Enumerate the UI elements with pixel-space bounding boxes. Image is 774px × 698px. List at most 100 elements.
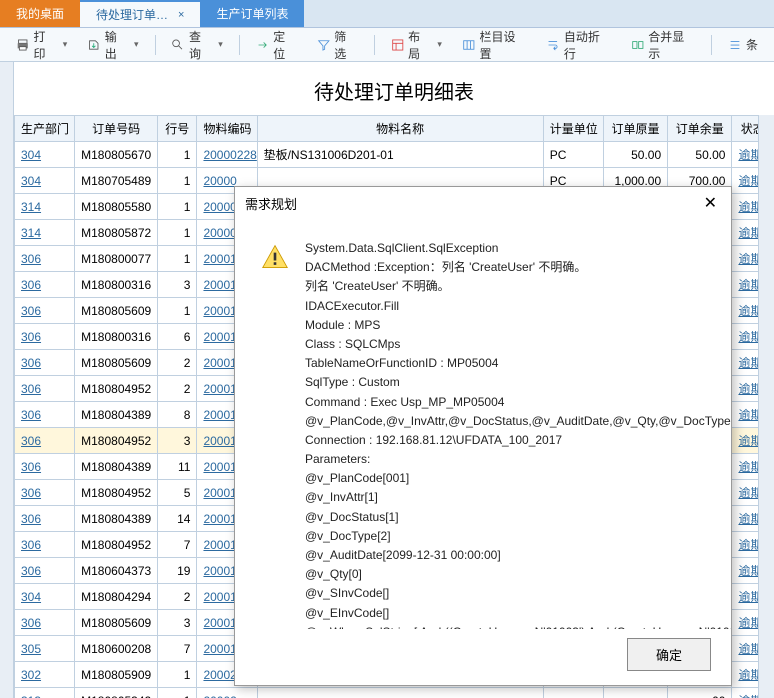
cell[interactable]: 306 [15,246,75,272]
locate-button[interactable]: 定位 [248,24,305,66]
output-button[interactable]: 输出▾ [79,24,146,66]
columns-button[interactable]: 栏目设置 [454,24,534,66]
cell: M180604373 [75,558,158,584]
cell: 3 [158,272,197,298]
column-header[interactable]: 订单余量 [668,116,732,142]
merge-icon [631,38,645,52]
cell[interactable]: 304 [15,168,75,194]
cell: 7 [158,636,197,662]
cell: M180805872 [75,220,158,246]
cell: 3 [158,610,197,636]
search-icon [171,38,185,52]
cell: PC [543,142,603,168]
tab-production-orders[interactable]: 生产订单列表 [200,0,304,27]
cell: 50.00 [603,142,667,168]
cell[interactable]: 306 [15,558,75,584]
column-header[interactable]: 订单号码 [75,116,158,142]
cell: 7 [158,532,197,558]
column-header[interactable]: 物料编码 [197,116,257,142]
cell: .00 [668,688,732,698]
cell[interactable]: 304 [15,584,75,610]
cell: 8 [158,402,197,428]
table-row[interactable]: 304M180805670120000228垫板/NS131006D201-01… [15,142,774,168]
cell: M180804952 [75,376,158,402]
cell [603,688,667,698]
query-button[interactable]: 查询▾ [163,24,230,66]
cell[interactable]: 306 [15,506,75,532]
cell[interactable]: 304 [15,142,75,168]
column-header[interactable]: 计量单位 [543,116,603,142]
merge-button[interactable]: 合并显示 [623,24,703,66]
cell: 2 [158,350,197,376]
vertical-scrollbar[interactable] [758,115,774,698]
cell[interactable]: 305 [15,636,75,662]
cell[interactable]: 306 [15,324,75,350]
funnel-icon [317,38,331,52]
cell: M180805609 [75,298,158,324]
cell: 1 [158,298,197,324]
cell[interactable]: 313 [15,688,75,698]
column-header[interactable]: 订单原量 [603,116,667,142]
cell[interactable]: 306 [15,610,75,636]
toolbar: 打印▾ 输出▾ 查询▾ 定位 筛选 布局▾ 栏目设置 自动折行 合并显示 条 [0,28,774,62]
cell: M180800316 [75,272,158,298]
dialog-message: System.Data.SqlClient.SqlException DACMe… [305,239,731,619]
printer-icon [16,38,30,52]
more-button[interactable]: 条 [720,32,766,57]
cell: M180805609 [75,350,158,376]
cell: M180600208 [75,636,158,662]
cell: 14 [158,506,197,532]
left-gutter [0,62,14,698]
page-title: 待处理订单明细表 [14,62,774,120]
table-row[interactable]: 313M180805342120002.00逾期 [15,688,774,698]
cell[interactable]: 306 [15,402,75,428]
cell[interactable]: 306 [15,350,75,376]
cell[interactable]: 306 [15,480,75,506]
layout-button[interactable]: 布局▾ [383,24,450,66]
cell: 垫板/NS131006D201-01 [257,142,543,168]
cell: 1 [158,142,197,168]
cell: M180805670 [75,142,158,168]
cell[interactable]: 314 [15,220,75,246]
dialog-title: 需求规划 [245,194,297,213]
layout-icon [391,38,405,52]
cell: M180805342 [75,688,158,698]
tab-desktop[interactable]: 我的桌面 [0,0,80,27]
cell[interactable]: 306 [15,376,75,402]
cell[interactable]: 306 [15,428,75,454]
column-header[interactable]: 生产部门 [15,116,75,142]
cell: 1 [158,246,197,272]
column-header[interactable]: 行号 [158,116,197,142]
filter-button[interactable]: 筛选 [309,24,366,66]
dialog-ok-button[interactable]: 确定 [627,638,711,671]
cell[interactable]: 306 [15,532,75,558]
tab-pending-orders[interactable]: 待处理订单…× [80,0,200,27]
cell: M180800077 [75,246,158,272]
cell[interactable]: 20000228 [197,142,257,168]
cell[interactable]: 302 [15,662,75,688]
cell: 1 [158,168,197,194]
column-header[interactable]: 物料名称 [257,116,543,142]
cell: M180804952 [75,428,158,454]
cell[interactable]: 314 [15,194,75,220]
dialog-close-button[interactable]: ✕ [700,193,721,213]
cell: M180805909 [75,662,158,688]
cell: M180804952 [75,532,158,558]
cell[interactable]: 306 [15,298,75,324]
print-button[interactable]: 打印▾ [8,24,75,66]
wrap-button[interactable]: 自动折行 [538,24,618,66]
cell[interactable]: 306 [15,272,75,298]
cell [543,688,603,698]
cell: M180705489 [75,168,158,194]
close-icon[interactable]: × [178,9,184,21]
cell: M180804389 [75,454,158,480]
cell: 5 [158,480,197,506]
cell: M180805609 [75,610,158,636]
cell[interactable]: 20002 [197,688,257,698]
cell: M180804389 [75,402,158,428]
cell[interactable]: 306 [15,454,75,480]
cell: 2 [158,584,197,610]
cell: M180804294 [75,584,158,610]
cell: 2 [158,376,197,402]
cell: 1 [158,194,197,220]
